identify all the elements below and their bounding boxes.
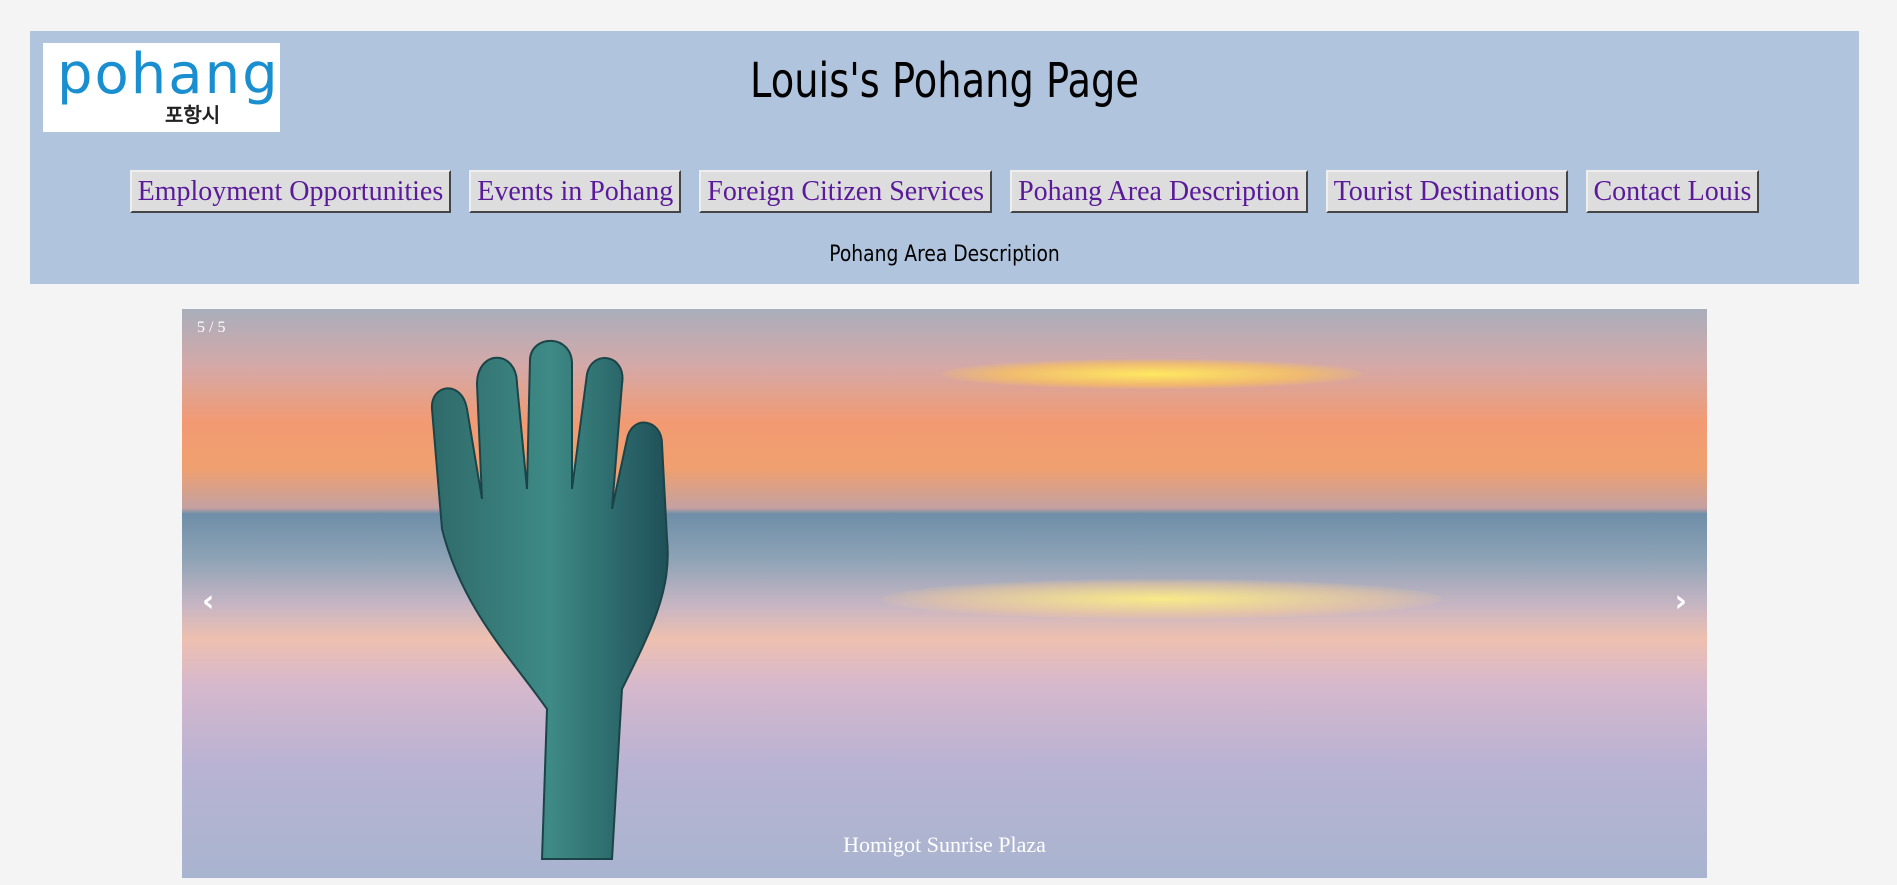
- prev-slide-button[interactable]: ‹: [202, 584, 214, 619]
- slide-caption: Homigot Sunrise Plaza: [843, 832, 1046, 857]
- page-title: Louis's Pohang Page: [749, 53, 1140, 109]
- sun-reflection: [882, 579, 1442, 619]
- site-header: pohang 포항시 Louis's Pohang Page Employmen…: [30, 31, 1859, 284]
- hand-sculpture-image: [430, 339, 669, 860]
- sunset-glow: [942, 359, 1362, 389]
- next-slide-button[interactable]: ›: [1675, 584, 1687, 619]
- nav-events-in-pohang[interactable]: Events in Pohang: [469, 170, 682, 213]
- main-nav: Employment Opportunities Events in Pohan…: [30, 170, 1859, 213]
- nav-employment-opportunities[interactable]: Employment Opportunities: [129, 170, 452, 213]
- nav-pohang-area-description[interactable]: Pohang Area Description: [1010, 170, 1308, 213]
- section-subtitle: Pohang Area Description: [829, 242, 1060, 267]
- nav-tourist-destinations[interactable]: Tourist Destinations: [1325, 170, 1568, 213]
- nav-contact-louis[interactable]: Contact Louis: [1585, 170, 1760, 213]
- slideshow: 5 / 5 ‹ › Homigot Sunrise Plaza: [182, 309, 1707, 878]
- nav-foreign-citizen-services[interactable]: Foreign Citizen Services: [699, 170, 993, 213]
- slide-counter: 5 / 5: [197, 319, 226, 336]
